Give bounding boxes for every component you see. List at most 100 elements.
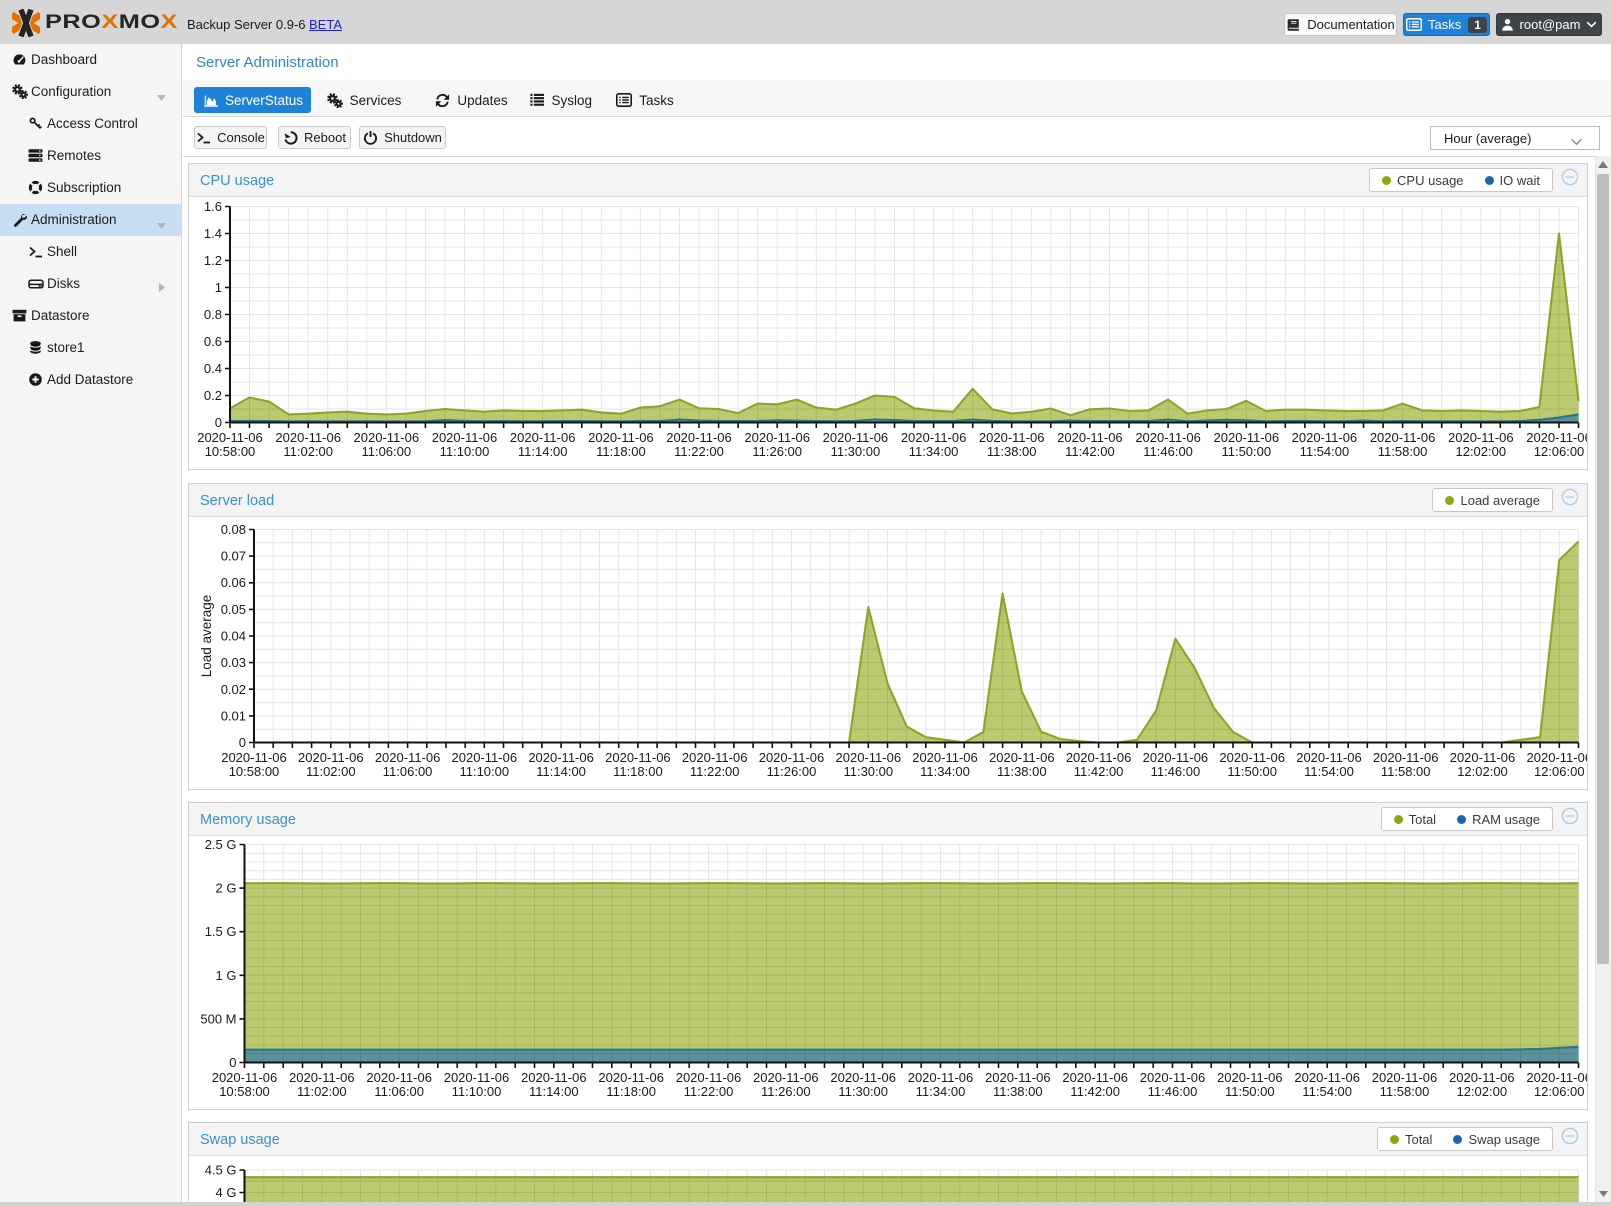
svg-text:1.5 G: 1.5 G (205, 924, 237, 939)
svg-text:2020-11-06: 2020-11-06 (444, 1070, 510, 1085)
svg-text:11:42:00: 11:42:00 (1065, 444, 1115, 459)
svg-text:11:30:00: 11:30:00 (831, 444, 881, 459)
svg-text:2020-11-06: 2020-11-06 (1370, 430, 1436, 445)
svg-text:1.2: 1.2 (204, 253, 222, 268)
svg-text:0.2: 0.2 (204, 388, 222, 403)
svg-text:2020-11-06: 2020-11-06 (1448, 430, 1514, 445)
svg-text:2020-11-06: 2020-11-06 (452, 750, 518, 765)
svg-text:2020-11-06: 2020-11-06 (744, 430, 810, 445)
svg-text:0.03: 0.03 (221, 655, 246, 670)
svg-text:2020-11-06: 2020-11-06 (521, 1070, 587, 1085)
svg-text:0: 0 (215, 415, 222, 430)
svg-text:2020-11-06: 2020-11-06 (979, 430, 1045, 445)
svg-text:11:06:00: 11:06:00 (383, 764, 433, 779)
svg-text:0.06: 0.06 (221, 575, 246, 590)
svg-text:2020-11-06: 2020-11-06 (1057, 430, 1123, 445)
svg-text:2020-11-06: 2020-11-06 (1135, 430, 1201, 445)
svg-text:11:50:00: 11:50:00 (1225, 1084, 1275, 1099)
svg-text:11:54:00: 11:54:00 (1300, 444, 1350, 459)
svg-text:2020-11-06: 2020-11-06 (1292, 430, 1358, 445)
svg-text:11:30:00: 11:30:00 (838, 1084, 888, 1099)
svg-text:0.02: 0.02 (221, 682, 246, 697)
svg-text:2020-11-06: 2020-11-06 (908, 1070, 974, 1085)
svg-text:2020-11-06: 2020-11-06 (753, 1070, 819, 1085)
svg-text:1: 1 (215, 280, 222, 295)
svg-text:2020-11-06: 2020-11-06 (682, 750, 748, 765)
svg-text:2020-11-06: 2020-11-06 (1527, 750, 1593, 765)
svg-text:2020-11-06: 2020-11-06 (1140, 1070, 1206, 1085)
svg-text:2.5 G: 2.5 G (205, 837, 237, 852)
svg-text:11:10:00: 11:10:00 (452, 1084, 502, 1099)
svg-text:11:22:00: 11:22:00 (684, 1084, 734, 1099)
svg-text:11:06:00: 11:06:00 (374, 1084, 424, 1099)
svg-text:11:46:00: 11:46:00 (1143, 444, 1193, 459)
svg-text:11:34:00: 11:34:00 (909, 444, 959, 459)
svg-text:11:38:00: 11:38:00 (997, 764, 1047, 779)
svg-text:10:58:00: 10:58:00 (205, 444, 256, 459)
svg-text:2020-11-06: 2020-11-06 (1294, 1070, 1360, 1085)
svg-text:11:42:00: 11:42:00 (1074, 764, 1124, 779)
svg-text:11:58:00: 11:58:00 (1378, 444, 1428, 459)
svg-text:0.05: 0.05 (221, 602, 246, 617)
svg-text:12:02:00: 12:02:00 (1455, 444, 1506, 459)
svg-text:11:22:00: 11:22:00 (690, 764, 740, 779)
svg-text:12:06:00: 12:06:00 (1534, 444, 1585, 459)
svg-text:11:10:00: 11:10:00 (440, 444, 490, 459)
svg-text:2020-11-06: 2020-11-06 (989, 750, 1055, 765)
svg-text:0: 0 (239, 735, 246, 750)
svg-text:11:46:00: 11:46:00 (1148, 1084, 1198, 1099)
svg-text:2020-11-06: 2020-11-06 (298, 750, 364, 765)
svg-text:2020-11-06: 2020-11-06 (901, 430, 967, 445)
svg-text:12:06:00: 12:06:00 (1534, 1084, 1585, 1099)
svg-text:11:54:00: 11:54:00 (1302, 1084, 1352, 1099)
svg-text:11:02:00: 11:02:00 (297, 1084, 347, 1099)
svg-text:11:26:00: 11:26:00 (767, 764, 817, 779)
svg-text:2020-11-06: 2020-11-06 (1296, 750, 1362, 765)
svg-text:2020-11-06: 2020-11-06 (598, 1070, 664, 1085)
svg-text:11:18:00: 11:18:00 (613, 764, 663, 779)
svg-text:11:22:00: 11:22:00 (674, 444, 724, 459)
svg-text:11:18:00: 11:18:00 (596, 444, 646, 459)
svg-text:2020-11-06: 2020-11-06 (221, 750, 287, 765)
svg-text:11:02:00: 11:02:00 (283, 444, 333, 459)
svg-text:10:58:00: 10:58:00 (229, 764, 280, 779)
svg-text:0.8: 0.8 (204, 307, 222, 322)
svg-text:11:54:00: 11:54:00 (1304, 764, 1354, 779)
svg-text:500 M: 500 M (200, 1011, 236, 1026)
svg-text:2020-11-06: 2020-11-06 (1217, 1070, 1283, 1085)
svg-text:2020-11-06: 2020-11-06 (588, 430, 654, 445)
svg-text:12:06:00: 12:06:00 (1534, 764, 1585, 779)
svg-text:2020-11-06: 2020-11-06 (985, 1070, 1051, 1085)
svg-text:2020-11-06: 2020-11-06 (432, 430, 498, 445)
svg-text:11:34:00: 11:34:00 (916, 1084, 966, 1099)
svg-text:11:30:00: 11:30:00 (843, 764, 893, 779)
svg-text:2020-11-06: 2020-11-06 (1372, 1070, 1438, 1085)
svg-text:11:58:00: 11:58:00 (1381, 764, 1431, 779)
svg-text:10:58:00: 10:58:00 (219, 1084, 270, 1099)
svg-text:2020-11-06: 2020-11-06 (366, 1070, 432, 1085)
svg-text:0.04: 0.04 (221, 629, 246, 644)
svg-text:11:58:00: 11:58:00 (1380, 1084, 1430, 1099)
svg-text:2020-11-06: 2020-11-06 (289, 1070, 355, 1085)
svg-text:12:02:00: 12:02:00 (1457, 764, 1508, 779)
svg-text:2020-11-06: 2020-11-06 (912, 750, 978, 765)
svg-text:2020-11-06: 2020-11-06 (1219, 750, 1285, 765)
svg-text:2020-11-06: 2020-11-06 (836, 750, 902, 765)
svg-text:2020-11-06: 2020-11-06 (1066, 750, 1132, 765)
svg-text:2020-11-06: 2020-11-06 (666, 430, 732, 445)
svg-text:11:14:00: 11:14:00 (518, 444, 568, 459)
svg-text:2020-11-06: 2020-11-06 (1062, 1070, 1128, 1085)
svg-text:2020-11-06: 2020-11-06 (375, 750, 441, 765)
svg-text:4.5 G: 4.5 G (205, 1163, 237, 1178)
svg-text:2020-11-06: 2020-11-06 (1214, 430, 1280, 445)
svg-text:11:50:00: 11:50:00 (1227, 764, 1277, 779)
svg-text:2020-11-06: 2020-11-06 (197, 430, 263, 445)
svg-text:2020-11-06: 2020-11-06 (1526, 1070, 1592, 1085)
svg-text:2020-11-06: 2020-11-06 (1526, 430, 1592, 445)
svg-text:2020-11-06: 2020-11-06 (823, 430, 889, 445)
svg-text:2020-11-06: 2020-11-06 (212, 1070, 278, 1085)
svg-text:11:46:00: 11:46:00 (1151, 764, 1201, 779)
svg-text:2020-11-06: 2020-11-06 (1143, 750, 1209, 765)
svg-text:Load average: Load average (199, 595, 214, 678)
svg-text:11:38:00: 11:38:00 (993, 1084, 1043, 1099)
